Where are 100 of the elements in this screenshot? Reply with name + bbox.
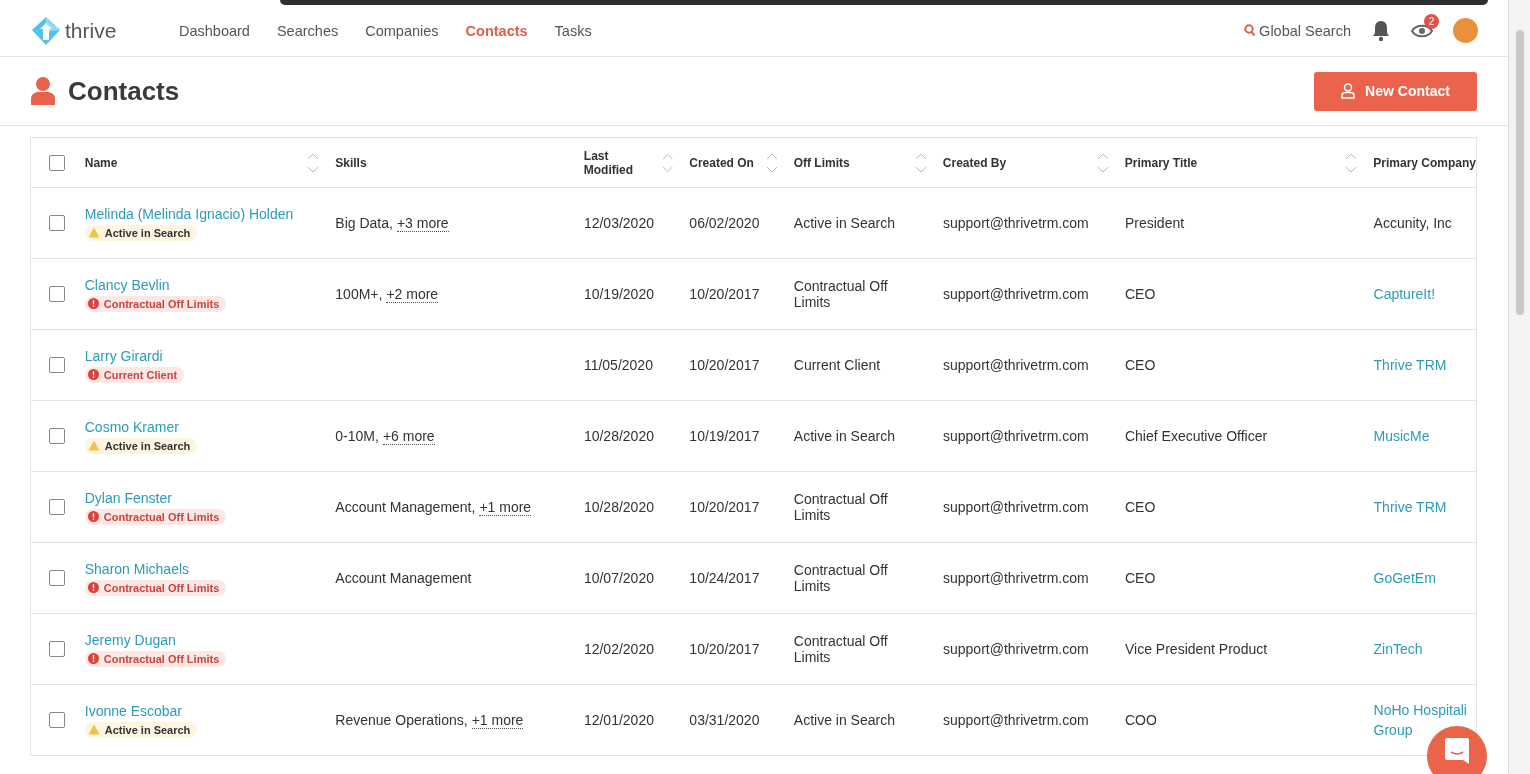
nav-tab[interactable]: Tasks bbox=[554, 22, 592, 39]
table-cell: Vice President Product bbox=[1124, 641, 1268, 657]
sort-icon[interactable] bbox=[1096, 151, 1109, 174]
table-cell: 10/20/2017 bbox=[689, 357, 760, 373]
table-cell-text: Contractual Off Limits bbox=[793, 633, 889, 665]
row-checkbox[interactable] bbox=[48, 215, 65, 231]
table-cell: support@thrivetrm.com bbox=[943, 499, 1089, 515]
table-cell: 03/31/2020 bbox=[689, 712, 760, 728]
row-checkbox[interactable] bbox=[48, 712, 65, 728]
avatar[interactable] bbox=[1453, 18, 1478, 43]
column-header[interactable]: Name bbox=[76, 138, 328, 187]
row-checkbox[interactable] bbox=[48, 499, 65, 515]
table-cell: 06/02/2020 bbox=[689, 215, 760, 231]
table-cell: President bbox=[1124, 215, 1185, 231]
warning-icon bbox=[87, 440, 100, 451]
global-search-link[interactable]: Global Search bbox=[1244, 22, 1351, 39]
column-header[interactable]: Primary Company bbox=[1365, 138, 1476, 187]
more-skills-link[interactable]: +3 more bbox=[396, 214, 449, 232]
table-cell: Active in Search bbox=[793, 215, 895, 231]
alert-icon bbox=[87, 369, 99, 380]
skills-text: Account Management, bbox=[335, 499, 476, 515]
row-checkbox[interactable] bbox=[48, 570, 65, 586]
table-cell: CEO bbox=[1124, 357, 1156, 373]
logo-icon bbox=[30, 15, 62, 46]
table-cell: 10/20/2017 bbox=[689, 286, 760, 302]
logo-text[interactable]: thrive bbox=[65, 18, 117, 43]
column-header[interactable]: Off Limits bbox=[785, 138, 935, 187]
column-header[interactable]: Created On bbox=[681, 138, 786, 187]
table-cell: Current Client bbox=[793, 357, 881, 373]
column-header[interactable]: Skills bbox=[327, 138, 576, 187]
search-icon bbox=[1244, 24, 1257, 37]
nav-tab[interactable]: Dashboard bbox=[179, 22, 250, 39]
status-label: Active in Search bbox=[104, 439, 191, 452]
column-label: Primary Company bbox=[1373, 155, 1476, 170]
column-label: Created By bbox=[942, 155, 1007, 170]
table-cell: 10/07/2020 bbox=[583, 570, 654, 586]
page-title: Contacts bbox=[68, 75, 180, 107]
table-cell-text: Contractual Off Limits bbox=[793, 562, 889, 594]
person-icon bbox=[30, 76, 56, 106]
scrollbar[interactable] bbox=[1508, 0, 1530, 774]
alert-icon bbox=[87, 653, 99, 664]
sort-icon[interactable] bbox=[1345, 151, 1358, 174]
nav-tab[interactable]: Searches bbox=[276, 22, 339, 39]
table-cell: 12/02/2020 bbox=[583, 641, 654, 657]
nav-tab[interactable]: Companies bbox=[365, 22, 439, 39]
column-label: Primary Title bbox=[1124, 155, 1198, 170]
skills-text: 100M+, bbox=[335, 286, 383, 302]
status-label: Contractual Off Limits bbox=[103, 581, 220, 594]
table-cell: 10/24/2017 bbox=[689, 570, 760, 586]
table-cell: 12/01/2020 bbox=[583, 712, 654, 728]
row-checkbox[interactable] bbox=[48, 357, 65, 373]
skills-text: 0-10M, bbox=[335, 428, 379, 444]
bell-icon[interactable] bbox=[1371, 19, 1391, 42]
table-cell: Active in Search bbox=[793, 712, 895, 728]
table-cell: support@thrivetrm.com bbox=[943, 215, 1089, 231]
table-cell: Chief Executive Officer bbox=[1124, 428, 1268, 444]
column-header[interactable]: Last Modified bbox=[575, 138, 682, 187]
row-checkbox[interactable] bbox=[48, 641, 65, 657]
chat-button[interactable] bbox=[1427, 726, 1487, 774]
table-cell-text: Contractual Off Limits bbox=[793, 491, 889, 523]
row-checkbox[interactable] bbox=[48, 286, 65, 302]
alert-icon bbox=[87, 511, 99, 522]
table-cell: support@thrivetrm.com bbox=[943, 428, 1089, 444]
warning-icon bbox=[87, 724, 100, 735]
more-skills-link[interactable]: +6 more bbox=[382, 427, 435, 445]
select-all-checkbox[interactable] bbox=[48, 154, 65, 171]
company-name: Accunity, Inc bbox=[1373, 214, 1452, 233]
table-cell: 10/28/2020 bbox=[583, 499, 654, 515]
more-skills-link[interactable]: +1 more bbox=[471, 711, 524, 729]
table-cell: support@thrivetrm.com bbox=[943, 286, 1089, 302]
table-cell: COO bbox=[1124, 712, 1157, 728]
column-header[interactable]: Primary Title bbox=[1116, 138, 1366, 187]
row-checkbox[interactable] bbox=[48, 428, 65, 444]
warning-icon bbox=[87, 227, 100, 238]
more-skills-link[interactable]: +2 more bbox=[386, 285, 439, 303]
table-cell: support@thrivetrm.com bbox=[943, 641, 1089, 657]
table-cell: 10/19/2020 bbox=[583, 286, 654, 302]
sort-icon[interactable] bbox=[914, 151, 927, 174]
column-label: Last Modified bbox=[583, 148, 635, 177]
table-cell: support@thrivetrm.com bbox=[943, 712, 1089, 728]
nav-tab[interactable]: Contacts bbox=[465, 22, 528, 39]
status-label: Contractual Off Limits bbox=[103, 510, 220, 523]
sort-icon[interactable] bbox=[307, 151, 320, 174]
table-cell: CEO bbox=[1124, 570, 1156, 586]
table-cell: support@thrivetrm.com bbox=[943, 357, 1089, 373]
table-cell: 10/28/2020 bbox=[583, 428, 654, 444]
more-skills-link[interactable]: +1 more bbox=[479, 498, 532, 516]
skills-text: Big Data, bbox=[335, 215, 393, 231]
table-cell: 11/05/2020 bbox=[583, 357, 653, 373]
status-label: Active in Search bbox=[104, 226, 191, 239]
table-cell: CEO bbox=[1124, 286, 1156, 302]
column-label: Skills bbox=[335, 155, 367, 170]
sort-icon[interactable] bbox=[765, 151, 778, 174]
table-cell: 10/20/2017 bbox=[689, 641, 760, 657]
skills-text: Account Management bbox=[335, 570, 472, 586]
column-label: Created On bbox=[689, 155, 754, 170]
table-cell-text: Contractual Off Limits bbox=[793, 278, 889, 310]
skills-text: Revenue Operations, bbox=[335, 712, 468, 728]
table-cell: 12/03/2020 bbox=[583, 215, 654, 231]
column-header[interactable]: Created By bbox=[934, 138, 1117, 187]
